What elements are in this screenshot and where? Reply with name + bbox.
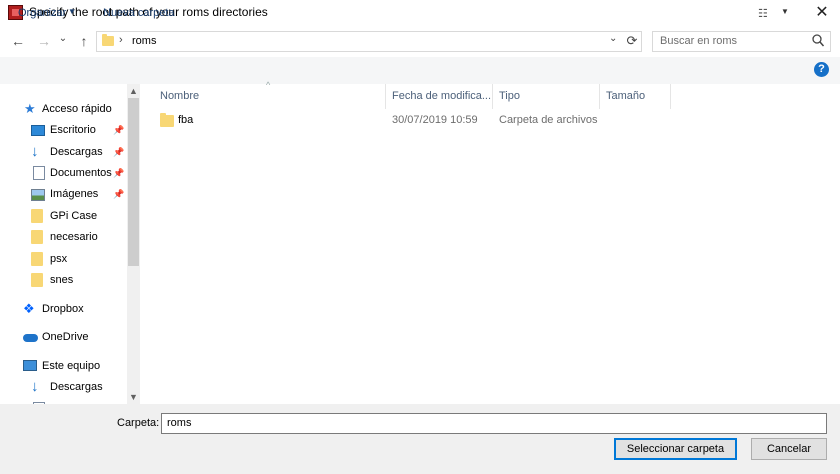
new-folder-button[interactable]: Nueva carpeta xyxy=(103,7,175,19)
view-options-icon[interactable]: ☷ xyxy=(758,7,768,20)
computer-icon xyxy=(23,360,37,371)
pin-icon: 📌 xyxy=(113,147,125,157)
sort-ascending-icon: ^ xyxy=(266,80,271,90)
file-name[interactable]: fba xyxy=(178,114,193,126)
cancel-button[interactable]: Cancelar xyxy=(751,438,827,460)
table-row[interactable]: fba 30/07/2019 10:59 Carpeta de archivos xyxy=(155,112,675,132)
close-icon[interactable]: ✕ xyxy=(808,2,836,24)
file-date: 30/07/2019 10:59 xyxy=(392,114,478,126)
organize-dropdown-icon[interactable]: ▼ xyxy=(68,7,76,16)
pin-icon: 📌 xyxy=(113,125,125,135)
folder-icon xyxy=(31,209,43,223)
folder-icon xyxy=(31,252,43,266)
forward-arrow-icon[interactable]: → xyxy=(34,31,54,51)
search-icon[interactable] xyxy=(811,33,825,49)
back-arrow-icon[interactable]: ← xyxy=(8,31,28,51)
organize-button[interactable]: Organizar xyxy=(18,7,66,19)
recent-locations-icon[interactable]: ⌄ xyxy=(56,29,70,49)
folder-tab xyxy=(160,113,166,116)
column-header-name[interactable]: Nombre xyxy=(160,88,199,108)
folder-icon xyxy=(160,115,174,127)
folder-name-input[interactable]: roms xyxy=(161,413,827,434)
pin-icon: 📌 xyxy=(113,189,125,199)
select-folder-button[interactable]: Seleccionar carpeta xyxy=(614,438,737,460)
sidebar-item-label: OneDrive xyxy=(42,331,89,343)
sidebar-item-label: Descargas xyxy=(50,381,103,393)
navigation-pane: ★ Acceso rápido Escritorio 📌 ↓ Descargas… xyxy=(0,84,140,404)
folder-icon xyxy=(31,273,43,287)
chevron-right-icon[interactable]: › xyxy=(119,34,123,46)
up-arrow-icon[interactable]: ↑ xyxy=(74,31,94,51)
column-header-size[interactable]: Tamaño xyxy=(606,88,645,108)
command-bar xyxy=(0,57,840,84)
sidebar-item-label: Escritorio xyxy=(50,124,96,136)
desktop-icon xyxy=(31,125,45,136)
download-icon: ↓ xyxy=(31,143,39,160)
sidebar-item-label: Documentos xyxy=(50,167,112,179)
help-icon[interactable]: ? xyxy=(814,62,829,77)
search-placeholder: Buscar en roms xyxy=(660,35,738,47)
folder-label: Carpeta: xyxy=(117,417,160,429)
column-divider[interactable] xyxy=(599,84,600,109)
sidebar-item-label: necesario xyxy=(50,231,98,243)
file-type: Carpeta de archivos xyxy=(499,114,598,126)
dropbox-icon: ❖ xyxy=(23,301,35,316)
pictures-icon xyxy=(31,189,45,201)
column-divider[interactable] xyxy=(670,84,671,109)
download-icon: ↓ xyxy=(31,378,39,395)
address-path[interactable]: roms xyxy=(132,35,156,47)
scroll-down-icon[interactable]: ▼ xyxy=(127,390,140,404)
column-header-date[interactable]: Fecha de modifica... xyxy=(392,88,491,108)
refresh-icon[interactable]: ⟳ xyxy=(625,33,639,49)
sidebar-item-label: snes xyxy=(50,274,74,286)
scroll-up-icon[interactable]: ▲ xyxy=(127,84,140,98)
column-header-type[interactable]: Tipo xyxy=(499,88,520,108)
document-icon xyxy=(33,166,45,180)
sidebar-item-label: psx xyxy=(50,253,68,265)
star-icon: ★ xyxy=(24,101,36,116)
scrollbar-thumb[interactable] xyxy=(128,98,139,266)
chevron-down-icon[interactable]: ⌄ xyxy=(609,33,617,44)
pin-icon: 📌 xyxy=(113,168,125,178)
sidebar-item-label: Imágenes xyxy=(50,188,99,200)
sidebar-item-label: Acceso rápido xyxy=(42,103,112,115)
folder-icon xyxy=(31,230,43,244)
column-divider[interactable] xyxy=(492,84,493,109)
sidebar-item-label: GPi Case xyxy=(50,210,98,222)
address-bar[interactable]: › roms ⌄ ⟳ xyxy=(96,31,642,52)
folder-name-value[interactable]: roms xyxy=(167,417,191,429)
folder-icon xyxy=(102,34,114,46)
sidebar-item-label: Este equipo xyxy=(42,360,101,372)
sidebar-item-label: Descargas xyxy=(50,146,103,158)
column-divider[interactable] xyxy=(385,84,386,109)
cloud-icon xyxy=(23,334,38,342)
view-dropdown-icon[interactable]: ▼ xyxy=(781,7,789,16)
sidebar-item-label: Dropbox xyxy=(42,303,84,315)
search-input[interactable]: Buscar en roms xyxy=(652,31,831,52)
